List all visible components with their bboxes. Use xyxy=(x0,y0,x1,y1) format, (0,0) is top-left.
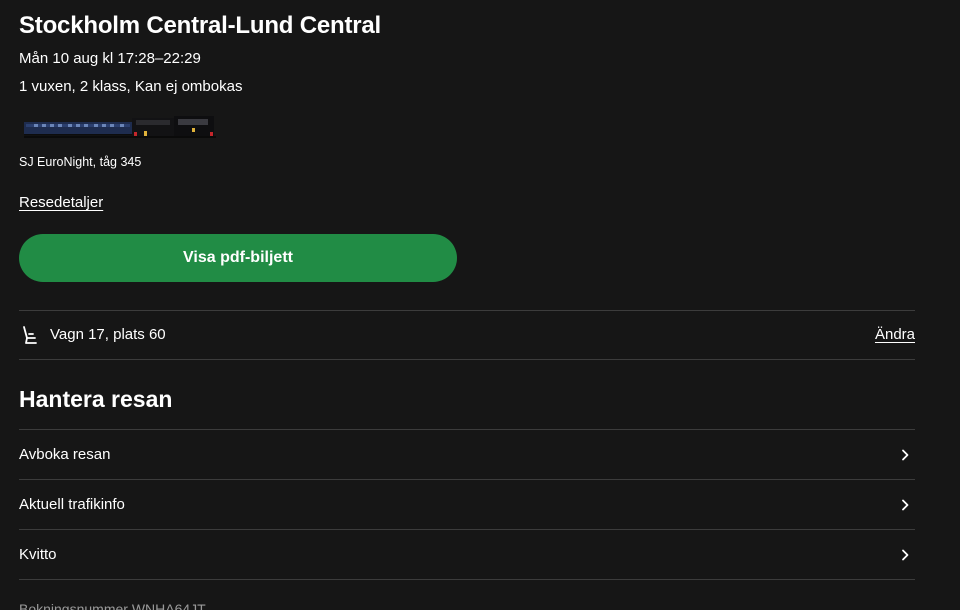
change-seat-link[interactable]: Ändra xyxy=(875,326,915,343)
trip-title: Stockholm Central-Lund Central xyxy=(19,12,382,39)
seat-text: Vagn 17, plats 60 xyxy=(50,326,166,343)
seat-row: Vagn 17, plats 60 Ändra xyxy=(19,311,915,359)
trip-details-link[interactable]: Resedetaljer xyxy=(19,194,103,211)
train-name: SJ EuroNight, tåg 345 xyxy=(19,155,142,169)
train-image xyxy=(24,116,216,138)
traffic-info-item[interactable]: Aktuell trafikinfo xyxy=(19,480,915,529)
receipt-item[interactable]: Kvitto xyxy=(19,530,915,579)
booking-number: Bokningsnummer WNHA64JT xyxy=(19,601,206,610)
menu-item-label: Kvitto xyxy=(19,546,57,563)
trip-datetime: Mån 10 aug kl 17:28–22:29 xyxy=(19,50,201,67)
chevron-right-icon xyxy=(902,549,909,561)
divider xyxy=(19,579,915,580)
chevron-right-icon xyxy=(902,449,909,461)
seat-icon xyxy=(23,326,37,344)
ticket-info: 1 vuxen, 2 klass, Kan ej ombokas xyxy=(19,78,243,95)
menu-item-label: Avboka resan xyxy=(19,446,111,463)
show-pdf-ticket-button[interactable]: Visa pdf-biljett xyxy=(19,234,457,282)
menu-item-label: Aktuell trafikinfo xyxy=(19,496,125,513)
ticket-page: Stockholm Central-Lund Central Mån 10 au… xyxy=(0,0,960,610)
cancel-trip-item[interactable]: Avboka resan xyxy=(19,430,915,479)
divider xyxy=(19,359,915,360)
chevron-right-icon xyxy=(902,499,909,511)
manage-trip-heading: Hantera resan xyxy=(19,386,173,412)
